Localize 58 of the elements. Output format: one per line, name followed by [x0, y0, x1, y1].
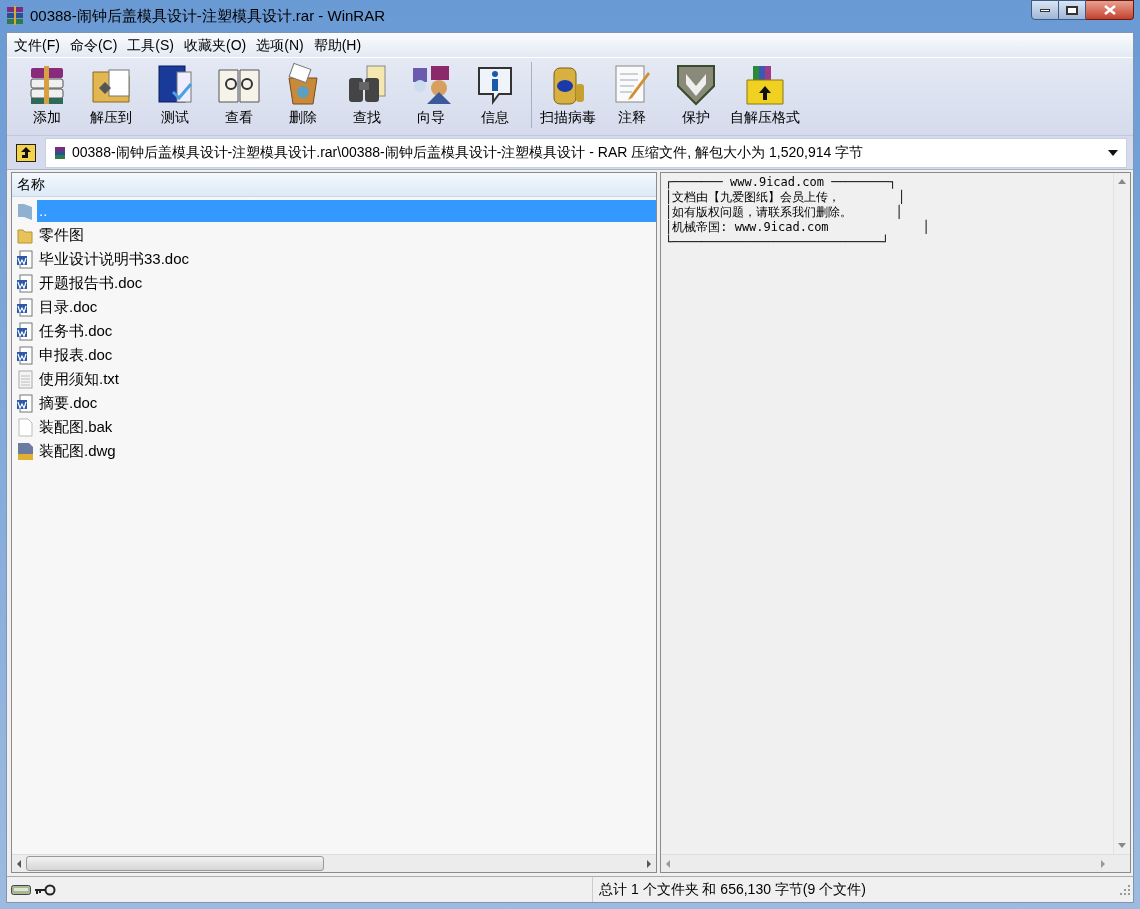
window-title: 00388-闹钟后盖模具设计-注塑模具设计.rar - WinRAR [30, 5, 386, 26]
toolbar-button[interactable]: 测试 [143, 62, 207, 130]
scroll-right-icon[interactable] [644, 858, 654, 869]
toolbar-button[interactable]: 保护 [664, 62, 728, 130]
archive-comment: ┌─────── www.9icad.com ────────┐ │文档由【九爱图纸】会员上传， │ │如有版权问题，请联系我们删除。 │ │机械帝国: www.9icad.com │ └─────────────────────────────┘ [664, 174, 931, 251]
toolbar-button[interactable]: 信息 [463, 62, 527, 130]
toolbar-button[interactable]: 向导 [399, 62, 463, 130]
file-row[interactable]: 开题报告书.doc [12, 271, 656, 295]
toolbar-button[interactable]: 添加 [15, 62, 79, 130]
dropdown-arrow-icon[interactable] [1108, 149, 1118, 156]
toolbar-button[interactable]: 解压到 [79, 62, 143, 130]
menu-item[interactable]: 收藏夹(O) [179, 34, 252, 56]
close-button[interactable] [1086, 0, 1134, 20]
scrollbar-thumb[interactable] [26, 856, 324, 871]
archive-icon [54, 145, 66, 160]
text-file-icon [16, 369, 34, 389]
file-row[interactable]: 毕业设计说明书33.doc [12, 247, 656, 271]
file-row[interactable]: 摘要.doc [12, 391, 656, 415]
menu-item[interactable]: 选项(N) [251, 34, 309, 56]
word-document-icon [16, 249, 34, 269]
toolbar-button[interactable]: 查找 [335, 62, 399, 130]
file-row[interactable]: 装配图.dwg [12, 439, 656, 463]
drive-icon[interactable] [11, 883, 31, 896]
word-document-icon [16, 321, 34, 341]
menu-item[interactable]: 文件(F) [9, 34, 65, 56]
toolbar-button[interactable]: 删除 [271, 62, 335, 130]
word-document-icon [16, 345, 34, 365]
file-row[interactable]: 装配图.bak [12, 415, 656, 439]
word-document-icon [16, 273, 34, 293]
toolbar-button[interactable]: 查看 [207, 62, 271, 130]
close-icon [1103, 5, 1116, 15]
scroll-down-icon[interactable] [1117, 842, 1127, 850]
file-row[interactable]: 使用须知.txt [12, 367, 656, 391]
shield-icon [674, 62, 718, 106]
app-icon [6, 6, 24, 26]
resize-grip-icon[interactable] [1119, 883, 1131, 896]
menu-item[interactable]: 工具(S) [122, 34, 179, 56]
toolbar-button[interactable]: 自解压格式 [728, 62, 802, 130]
key-icon[interactable] [34, 883, 56, 896]
menu-item[interactable]: 命令(C) [64, 34, 123, 56]
toolbar-button[interactable]: 注释 [600, 62, 664, 130]
drawing-file-icon [16, 441, 34, 461]
scroll-up-icon[interactable] [1117, 177, 1127, 185]
folder-icon [16, 201, 34, 221]
file-row[interactable]: 目录.doc [12, 295, 656, 319]
menu-item[interactable]: 帮助(H) [308, 34, 367, 56]
blank-file-icon [16, 417, 34, 437]
file-row[interactable]: 零件图 [12, 223, 656, 247]
toolbar-button[interactable]: 扫描病毒 [536, 62, 600, 130]
minimize-button[interactable] [1031, 0, 1059, 20]
word-document-icon [16, 393, 34, 413]
file-row[interactable]: 任务书.doc [12, 319, 656, 343]
column-header[interactable]: 名称 [12, 173, 656, 196]
status-text: 总计 1 个文件夹 和 656,130 字节(9 个文件) [599, 880, 866, 899]
file-row[interactable]: 申报表.doc [12, 343, 656, 367]
address-field[interactable]: 00388-闹钟后盖模具设计-注塑模具设计.rar\00388-闹钟后盖模具设计-注塑模具设计 - RAR 压缩文件, 解包大小为 1,520,914 字节 [45, 137, 1127, 168]
word-document-icon [16, 297, 34, 317]
maximize-button[interactable] [1059, 0, 1086, 20]
